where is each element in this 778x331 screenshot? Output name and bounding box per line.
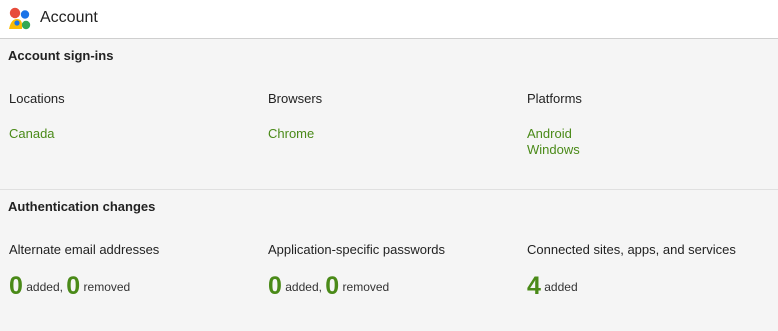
alternate-emails-stats: 0 added, 0 removed: [9, 272, 259, 301]
platform-link-windows[interactable]: Windows: [527, 142, 777, 158]
section-divider: [0, 189, 778, 190]
connected-sites-label: Connected sites, apps, and services: [527, 242, 736, 257]
browser-link-chrome[interactable]: Chrome: [268, 126, 518, 142]
connected-sites-stats: 4 added: [527, 272, 777, 301]
google-profile-logo-icon[interactable]: [7, 6, 33, 32]
app-passwords-added-word: added,: [285, 280, 322, 294]
alternate-emails-added-word: added,: [26, 280, 63, 294]
alternate-emails-removed-count[interactable]: 0: [66, 272, 80, 300]
location-link-canada[interactable]: Canada: [9, 126, 259, 142]
app-passwords-column: Application-specific passwords 0 added, …: [268, 242, 518, 301]
locations-column: Locations Canada: [9, 91, 259, 142]
section-title-authentication-changes: Authentication changes: [8, 199, 156, 214]
app-passwords-added-count[interactable]: 0: [268, 272, 282, 300]
alternate-emails-column: Alternate email addresses 0 added, 0 rem…: [9, 242, 259, 301]
connected-sites-added-count[interactable]: 4: [527, 272, 541, 300]
app-passwords-stats: 0 added, 0 removed: [268, 272, 518, 301]
connected-sites-column: Connected sites, apps, and services 4 ad…: [527, 242, 777, 301]
app-passwords-removed-count[interactable]: 0: [325, 272, 339, 300]
alternate-emails-label: Alternate email addresses: [9, 242, 160, 257]
app-passwords-removed-word: removed: [342, 280, 390, 294]
platforms-column: Platforms Android Windows: [527, 91, 777, 158]
page-title: Account: [40, 9, 98, 26]
platform-link-android[interactable]: Android: [527, 126, 777, 142]
browsers-label: Browsers: [268, 91, 323, 106]
header-bar: Account: [0, 0, 778, 39]
browsers-column: Browsers Chrome: [268, 91, 518, 142]
locations-label: Locations: [9, 91, 65, 106]
platforms-label: Platforms: [527, 91, 582, 106]
connected-sites-added-word: added: [544, 280, 578, 294]
alternate-emails-removed-word: removed: [83, 280, 131, 294]
alternate-emails-added-count[interactable]: 0: [9, 272, 23, 300]
app-passwords-label: Application-specific passwords: [268, 242, 446, 257]
section-title-account-signins: Account sign-ins: [8, 48, 114, 63]
